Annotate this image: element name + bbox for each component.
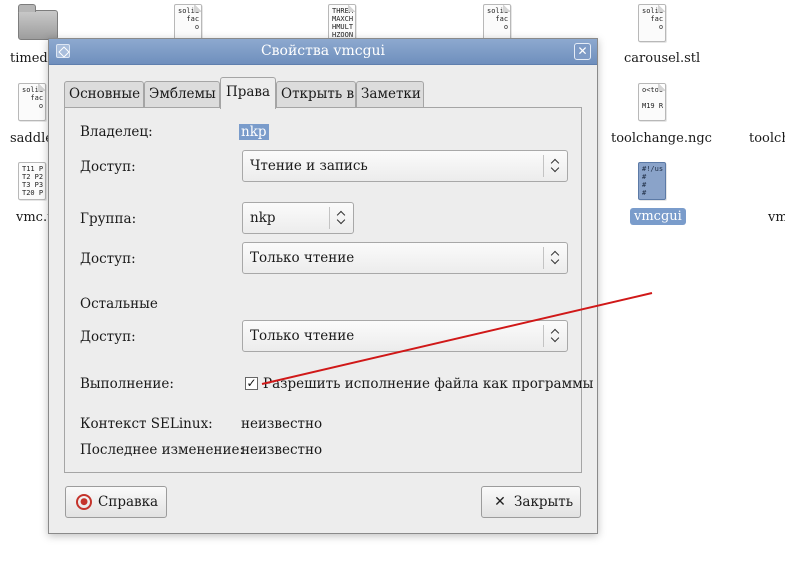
window-close-button[interactable]: ✕	[574, 43, 591, 60]
others-access-select[interactable]: Только чтение	[242, 320, 568, 352]
tab-open-with[interactable]: Открыть в	[276, 81, 356, 108]
updown-arrows-icon	[543, 247, 567, 269]
selinux-label: Контекст SELinux:	[80, 416, 213, 432]
group-access-value: Только чтение	[250, 250, 355, 266]
updown-arrows-icon	[329, 207, 353, 229]
group-access-label: Доступ:	[80, 251, 136, 267]
text-file-icon: o<too M19 R	[638, 83, 666, 121]
tab-notes[interactable]: Заметки	[356, 81, 424, 108]
desktop-icon-label: carousel.stl	[624, 51, 701, 66]
properties-dialog: Свойства vmcgui ✕ Основные Эмблемы Права…	[48, 38, 598, 534]
desktop-icon-label: vmc.t	[16, 210, 53, 225]
text-file-icon[interactable]: solid fac o	[483, 4, 511, 42]
exec-checkbox-label[interactable]: Разрешить исполнение файла как программы	[263, 376, 593, 392]
modified-value: неизвестно	[241, 442, 323, 458]
close-button[interactable]: ✕ Закрыть	[481, 486, 581, 518]
owner-label: Владелец:	[80, 124, 153, 140]
text-file-icon: solid fac o	[18, 83, 46, 121]
help-button[interactable]: ● Справка	[65, 486, 167, 518]
group-value: nkp	[250, 210, 276, 226]
group-label: Группа:	[80, 211, 137, 227]
updown-arrows-icon	[543, 325, 567, 347]
text-file-icon: solid fac o	[638, 4, 666, 42]
script-file-icon: #!/us # # #	[638, 162, 666, 200]
close-button-label: Закрыть	[514, 494, 574, 510]
desktop-icon-vm[interactable]: vm	[768, 210, 785, 225]
tab-permissions[interactable]: Права	[220, 77, 276, 109]
title-bar[interactable]: Свойства vmcgui ✕	[49, 39, 597, 65]
tab-emblems[interactable]: Эмблемы	[144, 81, 220, 108]
window-title: Свойства vmcgui	[260, 43, 386, 59]
exec-checkbox[interactable]: ✓	[245, 377, 258, 390]
group-access-select[interactable]: Только чтение	[242, 242, 568, 274]
desktop-icon-label: vmcgui	[630, 208, 686, 225]
text-file-icon[interactable]: solid fac o	[174, 4, 202, 42]
updown-arrows-icon	[543, 155, 567, 177]
folder-icon	[18, 4, 58, 40]
group-select[interactable]: nkp	[242, 202, 354, 234]
desktop-icon-label: saddle	[10, 131, 53, 146]
others-access-value: Только чтение	[250, 328, 355, 344]
selinux-value: неизвестно	[241, 416, 323, 432]
owner-access-label: Доступ:	[80, 159, 136, 175]
text-file-icon[interactable]: THREA MAXCH HMULT HZOON	[328, 4, 356, 42]
owner-access-value: Чтение и запись	[250, 158, 368, 174]
desktop-icon-label: toolchange.ngc	[611, 131, 712, 146]
exec-label: Выполнение:	[80, 376, 174, 392]
tab-basic[interactable]: Основные	[64, 81, 144, 108]
desktop-icon-toolch[interactable]: toolch	[749, 131, 785, 146]
others-label: Остальные	[80, 296, 158, 312]
text-file-icon: T11 P T2 P2 T3 P3 T20 P	[18, 162, 46, 200]
owner-value: nkp	[239, 124, 269, 140]
close-icon: ✕	[494, 494, 506, 510]
help-button-label: Справка	[98, 494, 159, 510]
permissions-panel: Владелец: nkp Доступ: Чтение и запись Гр…	[64, 107, 593, 473]
help-lifebuoy-icon: ●	[76, 494, 92, 510]
others-access-label: Доступ:	[80, 329, 136, 345]
owner-access-select[interactable]: Чтение и запись	[242, 150, 568, 182]
modified-label: Последнее изменение:	[80, 442, 244, 458]
